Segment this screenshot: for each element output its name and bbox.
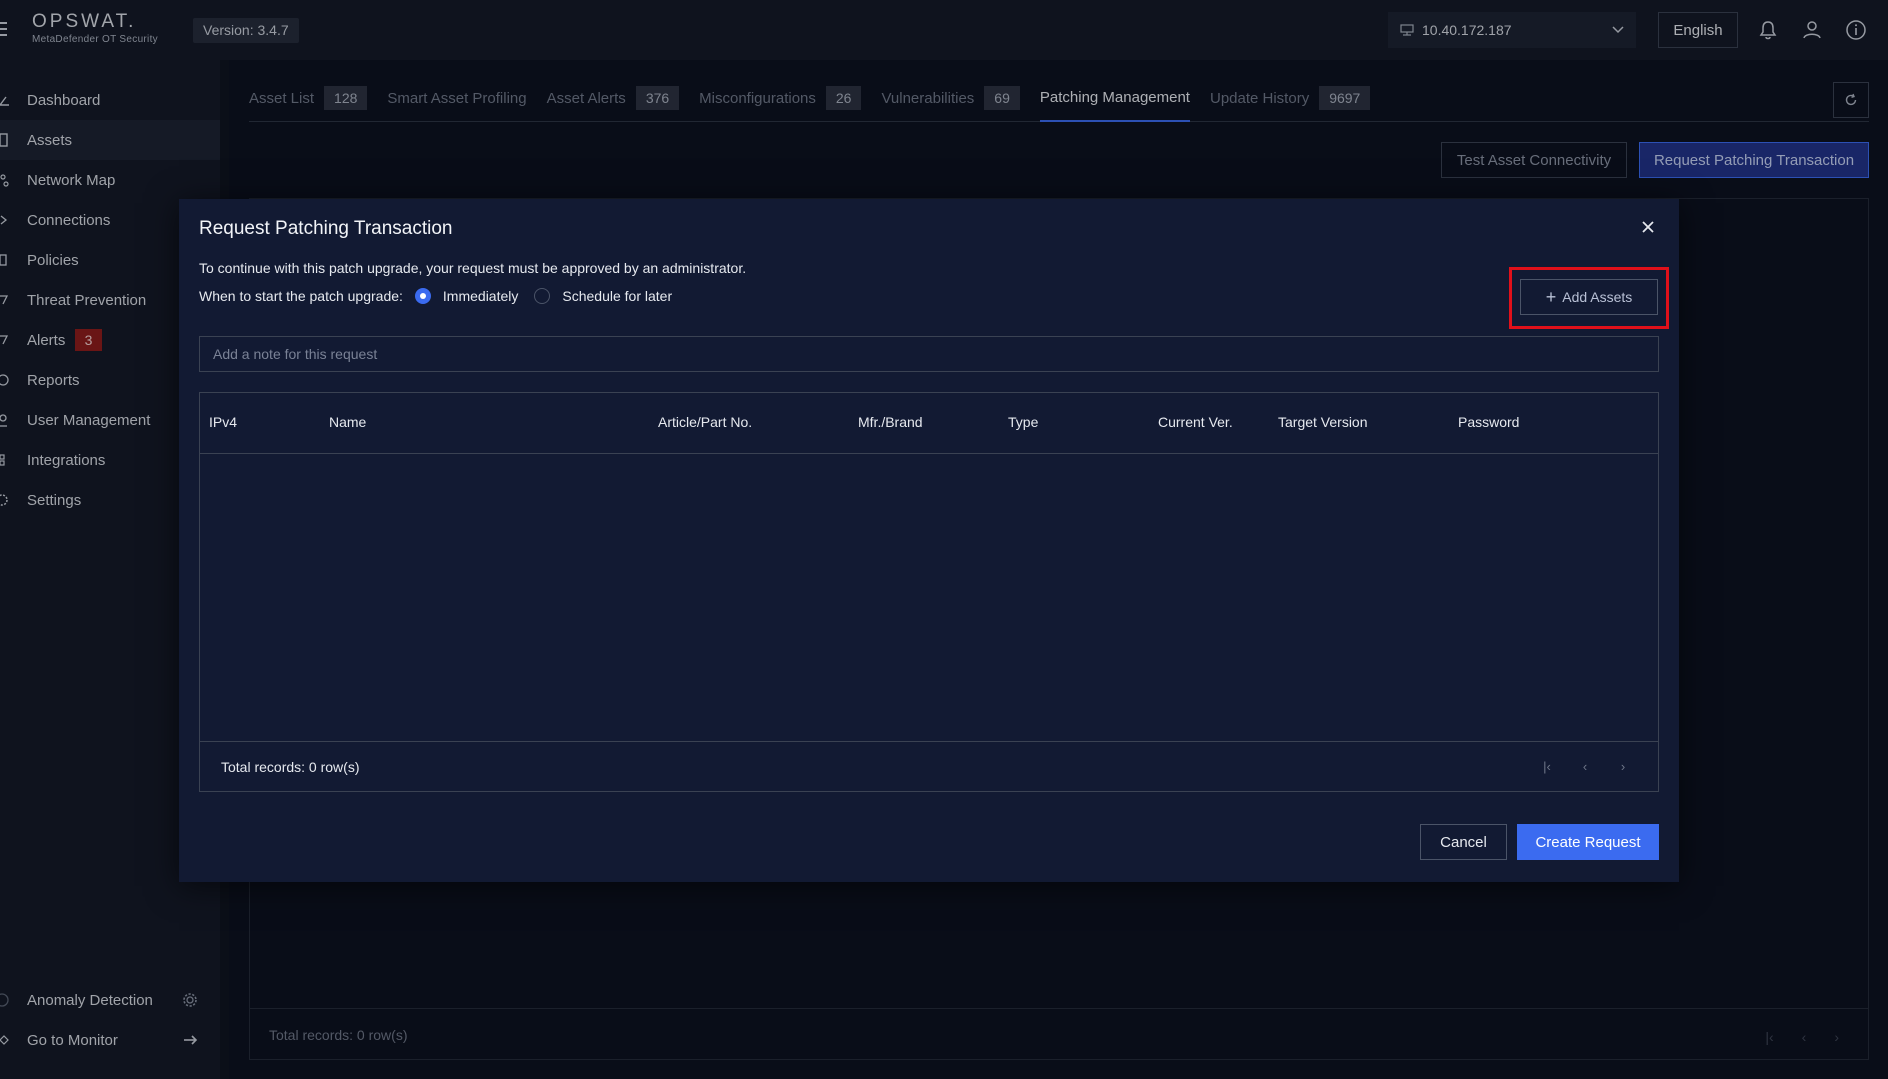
- column-header-current-ver: Current Ver.: [1158, 414, 1233, 430]
- dialog-title: Request Patching Transaction: [199, 218, 453, 239]
- radio-schedule-later[interactable]: [534, 288, 551, 304]
- prev-page-icon[interactable]: ‹: [1580, 759, 1590, 774]
- column-header-name: Name: [329, 414, 367, 430]
- create-request-button[interactable]: Create Request: [1517, 824, 1659, 860]
- column-header-article-part-no: Article/Part No.: [658, 414, 753, 430]
- next-page-icon[interactable]: ›: [1618, 759, 1628, 774]
- cancel-button[interactable]: Cancel: [1420, 824, 1507, 860]
- table-footer: Total records: 0 row(s) |‹ ‹ ›: [200, 741, 1658, 792]
- column-header-mfr-brand: Mfr./Brand: [858, 414, 923, 430]
- radio-immediately[interactable]: [414, 288, 431, 304]
- option-label: Immediately: [442, 288, 519, 304]
- total-records: Total records: 0 row(s): [221, 759, 360, 775]
- column-header-target-version: Target Version: [1278, 414, 1368, 430]
- dialog-description: To continue with this patch upgrade, you…: [199, 260, 747, 276]
- pagination: |‹ ‹ ›: [1542, 759, 1628, 774]
- start-time-options: When to start the patch upgrade: Immedia…: [199, 288, 674, 304]
- request-patching-dialog: Request Patching Transaction To continue…: [179, 199, 1679, 882]
- table-header: IPv4 Name Article/Part No. Mfr./Brand Ty…: [200, 393, 1658, 454]
- add-assets-label: Add Assets: [1562, 289, 1633, 305]
- first-page-icon[interactable]: |‹: [1542, 759, 1552, 774]
- close-icon[interactable]: [1640, 219, 1656, 235]
- add-assets-button[interactable]: + Add Assets: [1520, 279, 1658, 315]
- assets-table: IPv4 Name Article/Part No. Mfr./Brand Ty…: [199, 392, 1659, 792]
- column-header-password: Password: [1458, 414, 1520, 430]
- column-header-type: Type: [1008, 414, 1039, 430]
- column-header-ipv4: IPv4: [209, 414, 238, 430]
- option-label: Schedule for later: [562, 288, 673, 304]
- plus-icon: +: [1545, 286, 1557, 307]
- note-input[interactable]: [199, 336, 1659, 372]
- start-time-label: When to start the patch upgrade:: [199, 288, 403, 304]
